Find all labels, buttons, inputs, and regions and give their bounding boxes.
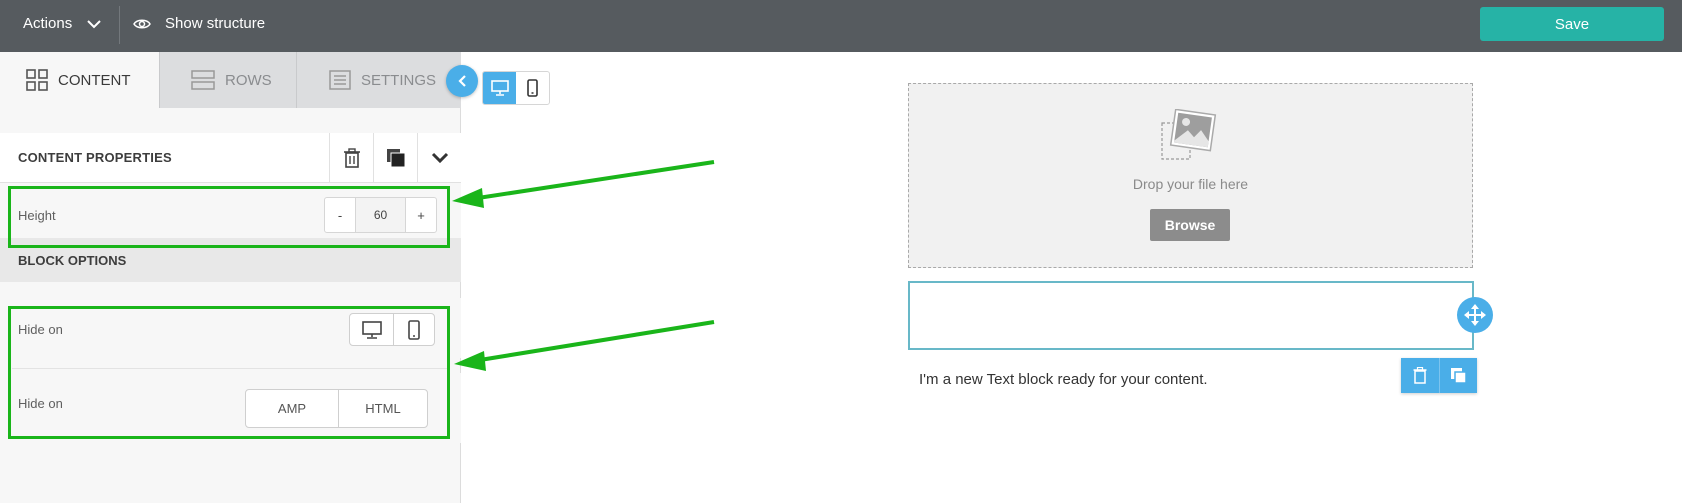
browse-button[interactable]: Browse — [1150, 209, 1230, 241]
tab-settings[interactable]: SETTINGS — [296, 52, 461, 108]
preview-device-toggle — [482, 71, 550, 105]
chevron-down-icon — [87, 19, 101, 28]
duplicate-icon — [1451, 368, 1467, 384]
show-structure-label: Show structure — [165, 15, 266, 32]
block-actions — [1401, 358, 1477, 393]
highlight-box — [8, 186, 450, 248]
save-button[interactable]: Save — [1480, 7, 1664, 41]
collapse-sidebar-button[interactable] — [446, 65, 478, 97]
desktop-icon — [490, 80, 509, 96]
actions-label: Actions — [23, 15, 73, 32]
topbar-divider — [119, 6, 120, 44]
annotation-arrow-block-options — [454, 320, 715, 371]
tab-content-label: CONTENT — [58, 71, 131, 89]
highlight-box — [8, 306, 450, 439]
mobile-preview-button[interactable] — [516, 72, 549, 104]
tab-content[interactable]: CONTENT — [0, 52, 159, 108]
content-properties-title: CONTENT PROPERTIES — [18, 150, 172, 165]
eye-icon — [133, 19, 151, 28]
settings-icon — [329, 70, 351, 90]
delete-block-canvas-button[interactable] — [1401, 358, 1439, 393]
grid-icon — [26, 69, 48, 91]
image-dropzone[interactable]: Drop your file here Browse — [908, 83, 1473, 268]
annotation-arrow-height — [452, 160, 715, 208]
show-structure-toggle[interactable]: Show structure — [133, 15, 265, 32]
sidebar-tabs: CONTENT ROWS SETTINGS — [0, 52, 461, 108]
drop-file-text: Drop your file here — [1132, 176, 1249, 192]
tab-rows-label: ROWS — [225, 71, 272, 89]
collapse-section-button[interactable] — [417, 133, 461, 183]
move-block-handle[interactable] — [1457, 297, 1493, 333]
duplicate-icon — [386, 149, 405, 168]
move-icon — [1464, 304, 1486, 326]
rows-icon — [191, 70, 215, 90]
tab-settings-label: SETTINGS — [361, 71, 437, 89]
text-block[interactable]: I'm a new Text block ready for your cont… — [919, 371, 1208, 388]
image-placeholder-icon — [1161, 109, 1217, 160]
chevron-down-icon — [431, 152, 448, 164]
top-bar: Actions Show structure Save — [0, 0, 1682, 52]
desktop-preview-button[interactable] — [483, 72, 516, 104]
mobile-icon — [527, 79, 538, 97]
trash-icon — [1413, 367, 1427, 384]
actions-menu[interactable]: Actions — [23, 15, 102, 32]
trash-icon — [343, 148, 360, 168]
duplicate-block-canvas-button[interactable] — [1439, 358, 1477, 393]
content-properties-header: CONTENT PROPERTIES — [0, 133, 461, 183]
delete-block-button[interactable] — [329, 133, 373, 183]
chevron-left-icon — [458, 75, 466, 87]
duplicate-block-button[interactable] — [373, 133, 417, 183]
tab-rows[interactable]: ROWS — [159, 52, 296, 108]
block-options-title: BLOCK OPTIONS — [18, 253, 127, 268]
selected-spacer-block[interactable] — [908, 281, 1474, 350]
